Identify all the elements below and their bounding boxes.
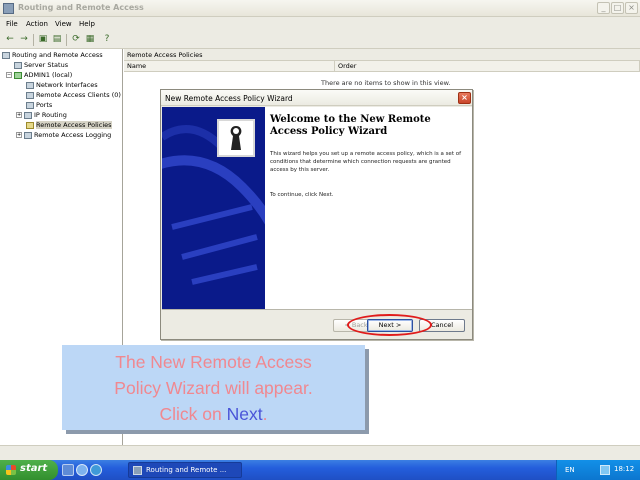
caption-line-3: Click on Next. bbox=[159, 404, 268, 424]
menu-help[interactable]: Help bbox=[79, 20, 95, 28]
column-header-order[interactable]: Order bbox=[335, 61, 640, 72]
status-bar bbox=[0, 445, 640, 460]
show-desktop-icon[interactable] bbox=[62, 464, 74, 476]
close-button[interactable]: × bbox=[625, 2, 638, 14]
details-title: Remote Access Policies bbox=[127, 51, 203, 59]
expand-toggle[interactable]: + bbox=[16, 132, 22, 138]
wizard-banner bbox=[162, 107, 265, 309]
forward-icon[interactable]: → bbox=[18, 34, 30, 46]
rras-icon bbox=[2, 51, 10, 59]
tree-item-remote-access-logging[interactable]: + Remote Access Logging bbox=[16, 131, 111, 141]
tree-item-ports[interactable]: Ports bbox=[26, 101, 52, 111]
caption-next-word: Next bbox=[226, 404, 263, 424]
caption-line-1: The New Remote Access bbox=[115, 352, 312, 372]
back-icon[interactable]: ← bbox=[4, 34, 16, 46]
toolbar: ← → ▣ ▤ ⟳ ▦ ? bbox=[0, 31, 640, 49]
tree-item-rras[interactable]: Routing and Remote Access bbox=[2, 51, 103, 61]
ports-icon bbox=[26, 101, 34, 109]
rras-task-icon bbox=[133, 466, 142, 475]
empty-list-message: There are no items to show in this view. bbox=[321, 79, 451, 87]
logging-icon bbox=[24, 131, 32, 139]
start-button[interactable]: start bbox=[0, 460, 58, 480]
tutorial-caption: The New Remote Access Policy Wizard will… bbox=[62, 345, 365, 430]
details-header: Remote Access Policies bbox=[124, 49, 640, 61]
main-title-bar: Routing and Remote Access _ □ × bbox=[0, 0, 640, 17]
menu-bar: File Action View Help bbox=[0, 17, 640, 31]
tree-item-server-status[interactable]: Server Status bbox=[14, 61, 68, 71]
wizard-continue-text: To continue, click Next. bbox=[270, 192, 334, 198]
server-status-icon bbox=[14, 61, 22, 69]
next-highlight-ring bbox=[347, 314, 432, 336]
taskbar-item-rras[interactable]: Routing and Remote ... bbox=[128, 462, 242, 478]
rras-app-icon[interactable] bbox=[3, 3, 14, 14]
export-icon[interactable]: ▦ bbox=[84, 34, 96, 46]
expand-toggle[interactable]: + bbox=[16, 112, 22, 118]
menu-view[interactable]: View bbox=[55, 20, 72, 28]
tree-item-remote-access-clients[interactable]: Remote Access Clients (0) bbox=[26, 91, 121, 101]
wizard-close-button[interactable]: × bbox=[458, 92, 471, 104]
caption-line-2: Policy Wizard will appear. bbox=[114, 378, 313, 398]
wizard-heading: Welcome to the New Remote Access Policy … bbox=[270, 114, 431, 137]
help-icon[interactable]: ? bbox=[101, 34, 113, 46]
menu-action[interactable]: Action bbox=[26, 20, 48, 28]
toolbar-separator bbox=[33, 34, 34, 46]
taskbar: start Routing and Remote ... EN 18:12 bbox=[0, 460, 640, 480]
ip-routing-icon bbox=[24, 111, 32, 119]
wizard-title: New Remote Access Policy Wizard bbox=[165, 94, 293, 103]
clock[interactable]: 18:12 bbox=[614, 465, 634, 473]
wizard-logo-icon bbox=[217, 119, 255, 157]
collapse-toggle[interactable]: − bbox=[6, 72, 12, 78]
clients-icon bbox=[26, 91, 34, 99]
wizard-description: This wizard helps you set up a remote ac… bbox=[270, 151, 462, 173]
new-policy-wizard-dialog: New Remote Access Policy Wizard × Welcom… bbox=[160, 89, 473, 340]
toolbar-separator bbox=[66, 34, 67, 46]
wizard-separator bbox=[162, 309, 472, 310]
maximize-button[interactable]: □ bbox=[611, 2, 624, 14]
column-header-name[interactable]: Name bbox=[124, 61, 335, 72]
server-icon bbox=[14, 71, 22, 79]
tree-item-network-interfaces[interactable]: Network Interfaces bbox=[26, 81, 98, 91]
minimize-button[interactable]: _ bbox=[597, 2, 610, 14]
wizard-title-bar: New Remote Access Policy Wizard bbox=[161, 90, 472, 106]
wizard-content: Welcome to the New Remote Access Policy … bbox=[265, 107, 472, 309]
policies-icon bbox=[26, 121, 34, 129]
tree-item-ip-routing[interactable]: + IP Routing bbox=[16, 111, 67, 121]
properties-icon[interactable]: ▤ bbox=[51, 34, 63, 46]
network-tray-icon[interactable] bbox=[600, 465, 610, 475]
network-interfaces-icon bbox=[26, 81, 34, 89]
language-indicator[interactable]: EN bbox=[565, 466, 575, 474]
tree-item-remote-access-policies[interactable]: Remote Access Policies bbox=[26, 121, 112, 131]
tree-item-admin1[interactable]: − ADMIN1 (local) bbox=[6, 71, 72, 81]
folder-icon[interactable]: ▣ bbox=[37, 34, 49, 46]
internet-explorer-icon[interactable] bbox=[76, 464, 88, 476]
menu-file[interactable]: File bbox=[6, 20, 18, 28]
windows-logo-icon bbox=[6, 465, 16, 475]
window-title: Routing and Remote Access bbox=[18, 3, 144, 12]
refresh-icon[interactable]: ⟳ bbox=[70, 34, 82, 46]
media-player-icon[interactable] bbox=[90, 464, 102, 476]
